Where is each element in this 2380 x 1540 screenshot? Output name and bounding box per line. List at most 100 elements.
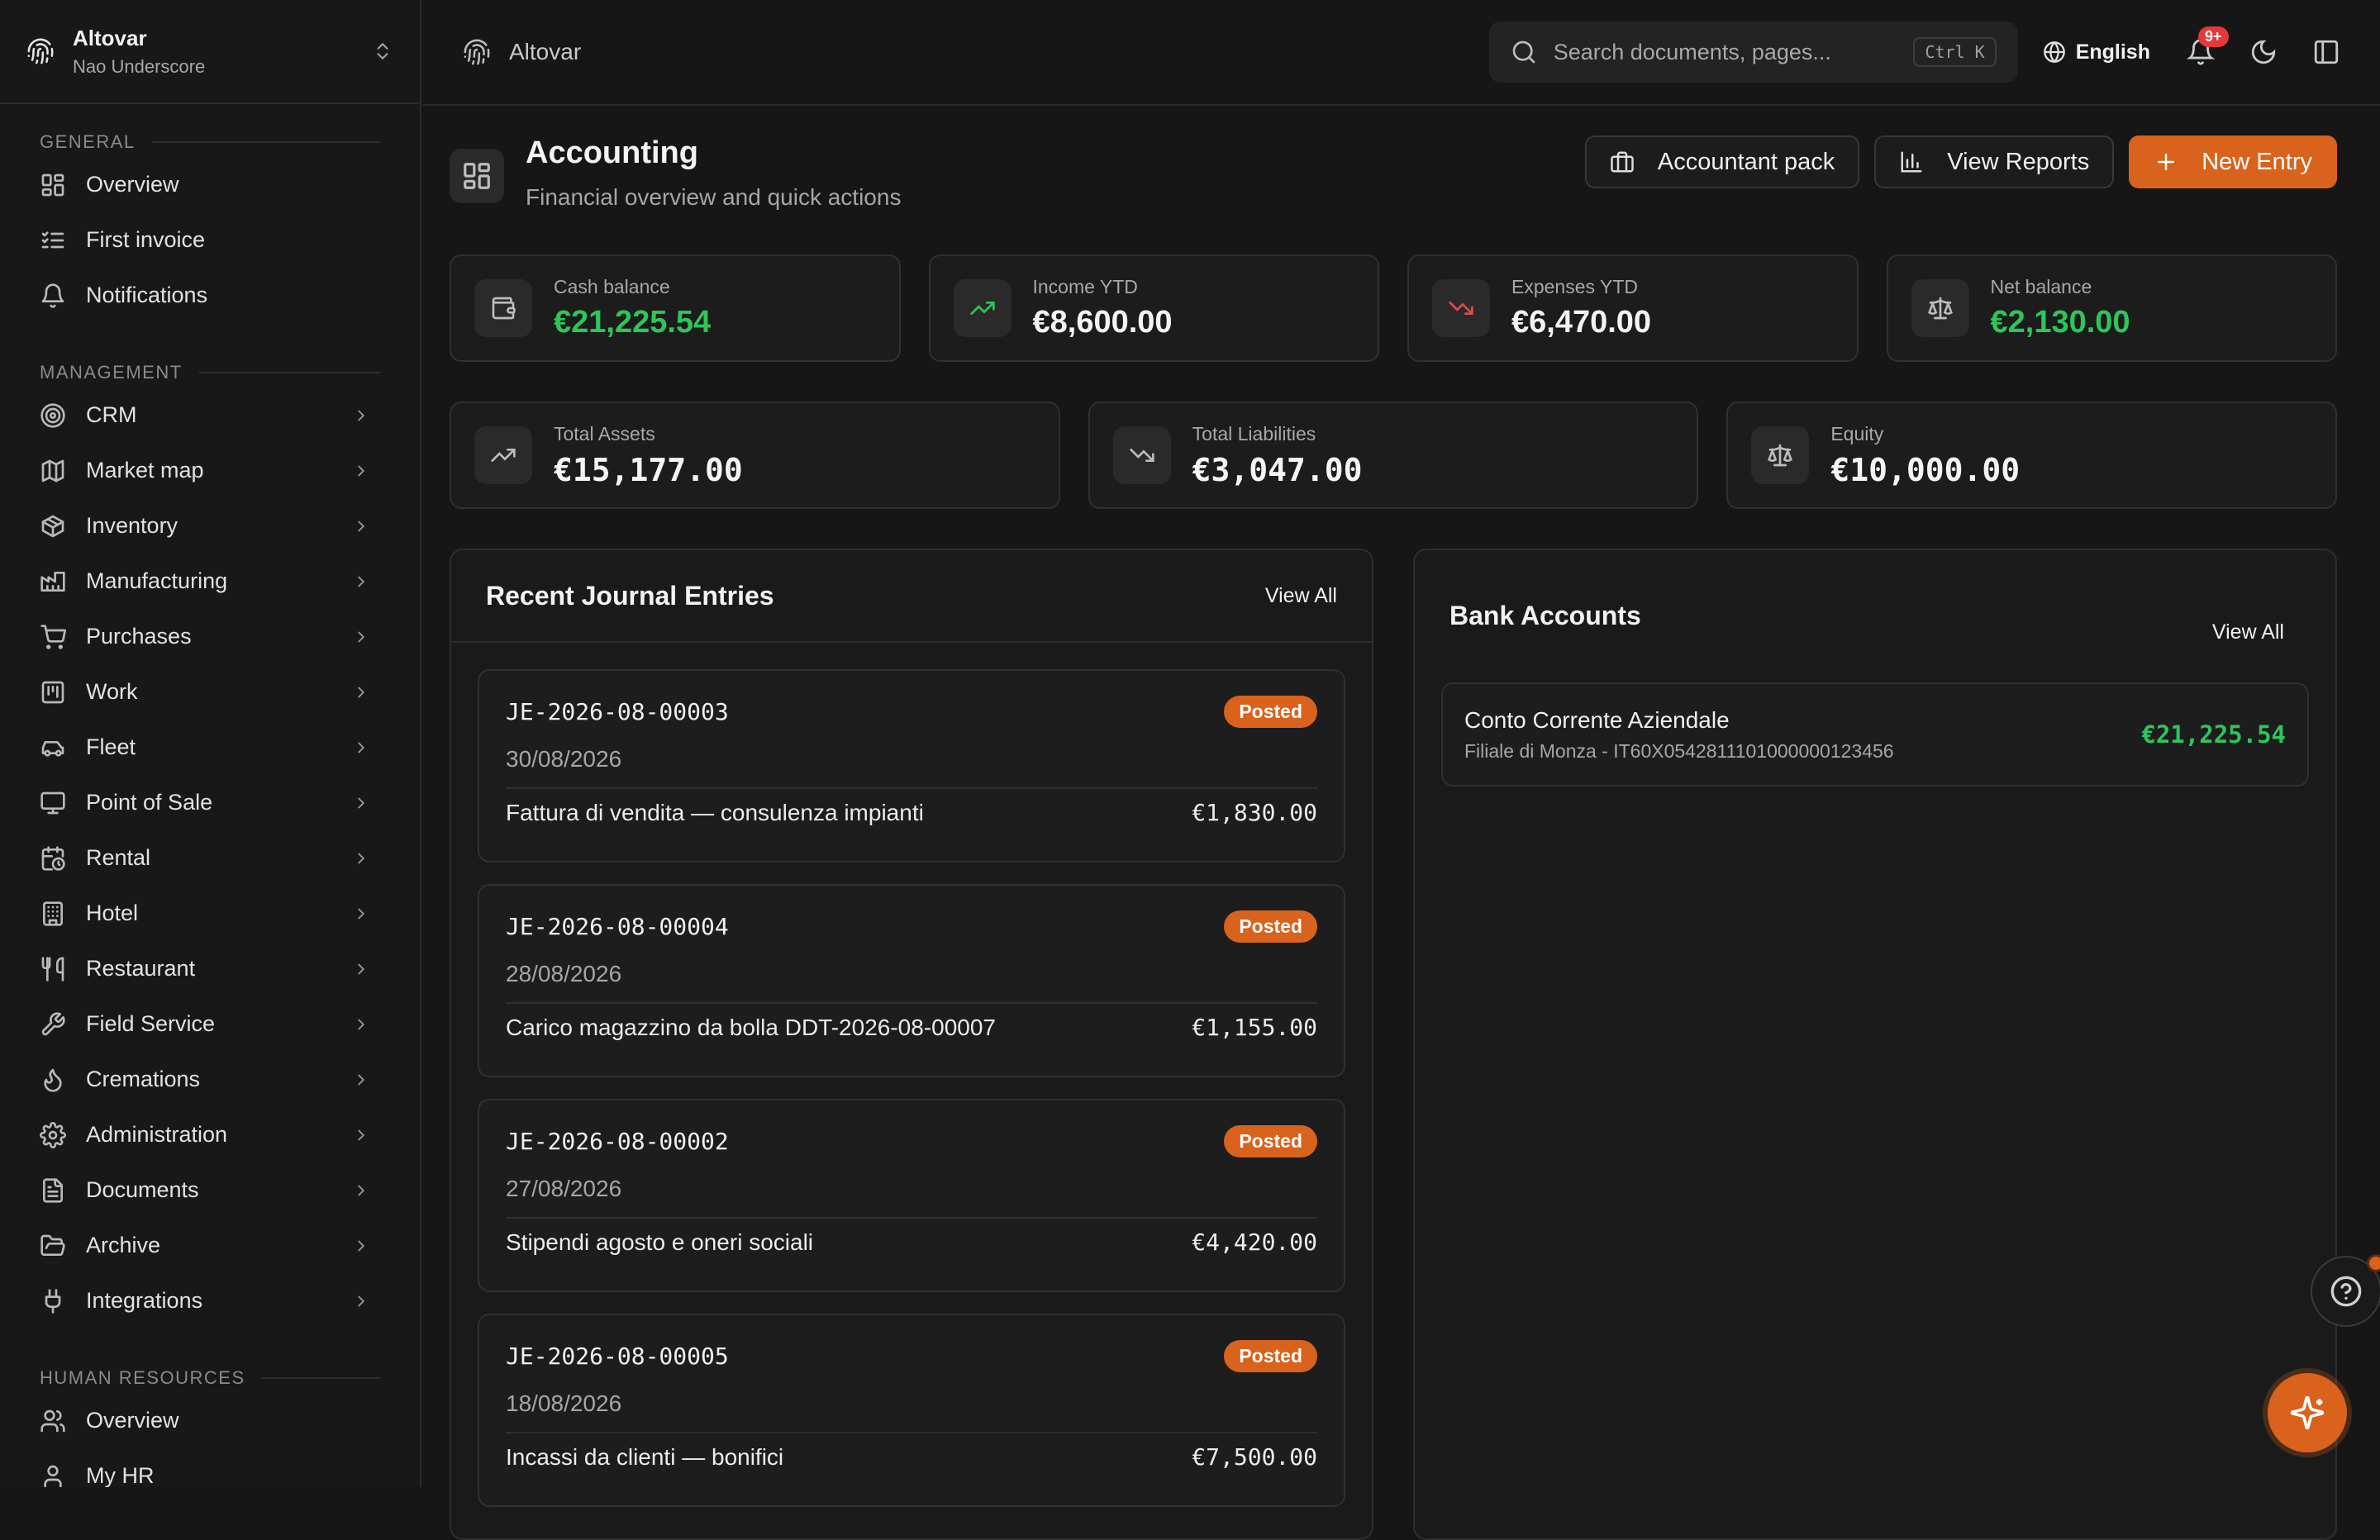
stat-value: €10,000.00: [1830, 452, 2020, 488]
main-content: Accounting Financial overview and quick …: [423, 107, 2380, 1487]
sidebar-item-label: Overview: [86, 172, 370, 197]
sidebar-item-management-integrations[interactable]: Integrations: [0, 1273, 420, 1328]
breadcrumb-brand[interactable]: Altovar: [509, 39, 581, 65]
stat-label: Total Assets: [554, 423, 743, 445]
sidebar-item-label: Integrations: [86, 1288, 352, 1314]
stat-icon-box: [954, 279, 1011, 337]
journal-entry-card[interactable]: JE-2026-08-00004Posted28/08/2026Carico m…: [478, 884, 1345, 1077]
journal-entry-date: 30/08/2026: [506, 746, 1317, 772]
sidebar-item-general-first-invoice[interactable]: First invoice: [0, 212, 420, 268]
sidebar-item-human-resources-my-hr[interactable]: My HR: [0, 1448, 420, 1487]
sidebar-item-management-archive[interactable]: Archive: [0, 1218, 420, 1273]
section-label-text: HUMAN RESOURCES: [40, 1367, 245, 1389]
chevron-right-icon: [352, 1237, 370, 1255]
journal-entry-line: Carico magazzino da bolla DDT-2026-08-00…: [506, 1002, 1317, 1041]
sidebar-nav: GENERAL Overview First invoiceNotification…: [0, 127, 420, 1487]
sidebar-item-management-crm[interactable]: CRM: [0, 387, 420, 443]
bank-list: Conto Corrente Aziendale Filiale di Monza…: [1415, 656, 2335, 787]
sidebar-item-label: Documents: [86, 1177, 352, 1203]
view-all-bank-link[interactable]: View All: [2212, 620, 2284, 644]
bank-account-detail: Filiale di Monza - IT60X0542811101000000…: [1464, 740, 1894, 763]
stat-cash-balance: Cash balance €21,225.54: [450, 254, 901, 362]
stat-icon-box: [1113, 426, 1171, 484]
sidebar-item-label: My HR: [86, 1463, 370, 1487]
sidebar-item-management-point-of-sale[interactable]: Point of Sale: [0, 775, 420, 830]
status-badge: Posted: [1224, 1125, 1317, 1157]
stat-icon-box: [474, 426, 532, 484]
sidebar-item-general-overview[interactable]: Overview: [0, 157, 420, 212]
ai-assistant-button[interactable]: [2268, 1373, 2347, 1452]
view-all-journal-link[interactable]: View All: [1265, 584, 1337, 608]
user-icon: [40, 1463, 66, 1488]
page-header: Accounting Financial overview and quick …: [450, 135, 2337, 226]
sidebar-item-management-administration[interactable]: Administration: [0, 1107, 420, 1162]
help-circle-icon: [2330, 1275, 2363, 1308]
package-icon: [40, 513, 66, 539]
sidebar-item-management-documents[interactable]: Documents: [0, 1162, 420, 1218]
bank-account-card[interactable]: Conto Corrente Aziendale Filiale di Monza…: [1441, 682, 2309, 787]
stats-row-secondary: Total Assets €15,177.00 Total Liabilitie…: [450, 402, 2337, 509]
theme-toggle-button[interactable]: [2249, 38, 2278, 66]
page-subtitle: Financial overview and quick actions: [526, 184, 1585, 211]
notification-count-badge: 9+: [2198, 26, 2229, 47]
journal-entry-date: 28/08/2026: [506, 961, 1317, 987]
sidebar-item-label: Purchases: [86, 624, 352, 649]
section-label-text: MANAGEMENT: [40, 362, 183, 383]
sidebar: Altovar Nao Underscore GENERAL Overview Fi…: [0, 0, 421, 1487]
stat-value: €3,047.00: [1192, 452, 1363, 488]
sidebar-item-management-work[interactable]: Work: [0, 664, 420, 720]
checklist-icon: [40, 227, 66, 254]
chevron-right-icon: [352, 517, 370, 535]
view-reports-button[interactable]: View Reports: [1874, 135, 2114, 188]
journal-entry-date: 18/08/2026: [506, 1390, 1317, 1417]
status-badge: Posted: [1224, 910, 1317, 943]
journal-entry-card[interactable]: JE-2026-08-00005Posted18/08/2026Incassi …: [478, 1314, 1345, 1507]
new-entry-button[interactable]: New Entry: [2129, 135, 2337, 188]
sidebar-item-management-hotel[interactable]: Hotel: [0, 886, 420, 941]
trending-down-icon: [1448, 295, 1474, 321]
accountant-pack-label: Accountant pack: [1658, 149, 1835, 176]
toggle-panel-button[interactable]: [2312, 38, 2340, 66]
sidebar-item-management-restaurant[interactable]: Restaurant: [0, 941, 420, 996]
journal-entry-description: Carico magazzino da bolla DDT-2026-08-00…: [506, 1015, 996, 1041]
stat-total-liabilities: Total Liabilities €3,047.00: [1088, 402, 1699, 509]
section-label-general: GENERAL: [0, 127, 420, 157]
help-button[interactable]: [2311, 1256, 2380, 1327]
journal-entry-date: 27/08/2026: [506, 1176, 1317, 1202]
notifications-button[interactable]: 9+: [2187, 38, 2215, 66]
sidebar-item-management-market-map[interactable]: Market map: [0, 443, 420, 498]
sidebar-item-management-purchases[interactable]: Purchases: [0, 609, 420, 664]
sparkles-icon: [2289, 1395, 2325, 1431]
sidebar-item-label: Work: [86, 679, 352, 705]
search-input[interactable]: Search documents, pages... Ctrl K: [1489, 21, 2018, 83]
workspace-switcher[interactable]: Altovar Nao Underscore: [0, 0, 420, 104]
journal-entry-card[interactable]: JE-2026-08-00002Posted27/08/2026Stipendi…: [478, 1099, 1345, 1292]
page-actions: Accountant pack View Reports New Entry: [1585, 135, 2337, 188]
stat-icon-box: [474, 279, 532, 337]
bank-account-name: Conto Corrente Aziendale: [1464, 707, 1894, 734]
sidebar-item-human-resources-overview[interactable]: Overview: [0, 1393, 420, 1448]
sidebar-item-management-rental[interactable]: Rental: [0, 830, 420, 886]
journal-entry-id: JE-2026-08-00005: [506, 1343, 729, 1370]
stat-label: Equity: [1830, 423, 2020, 445]
bar-chart-icon: [1899, 150, 1924, 174]
gear-icon: [40, 1122, 66, 1148]
journal-entry-card[interactable]: JE-2026-08-00003Posted30/08/2026Fattura …: [478, 669, 1345, 863]
journal-entries-panel: Recent Journal Entries View All JE-2026-…: [450, 549, 1373, 1540]
monitor-icon: [40, 790, 66, 816]
sidebar-item-general-notifications[interactable]: Notifications: [0, 268, 420, 323]
sidebar-item-management-field-service[interactable]: Field Service: [0, 996, 420, 1052]
sidebar-item-management-cremations[interactable]: Cremations: [0, 1052, 420, 1107]
sidebar-item-management-manufacturing[interactable]: Manufacturing: [0, 554, 420, 609]
accountant-pack-button[interactable]: Accountant pack: [1585, 135, 1859, 188]
language-selector[interactable]: English: [2043, 40, 2150, 64]
journal-entry-id: JE-2026-08-00002: [506, 1128, 729, 1155]
status-badge: Posted: [1224, 696, 1317, 728]
chevron-right-icon: [352, 849, 370, 867]
sidebar-item-management-fleet[interactable]: Fleet: [0, 720, 420, 775]
journal-entry-description: Fattura di vendita — consulenza impianti: [506, 800, 924, 826]
search-placeholder: Search documents, pages...: [1554, 40, 1914, 65]
cart-icon: [40, 624, 66, 650]
sidebar-item-management-inventory[interactable]: Inventory: [0, 498, 420, 554]
panel-icon: [2312, 38, 2340, 66]
